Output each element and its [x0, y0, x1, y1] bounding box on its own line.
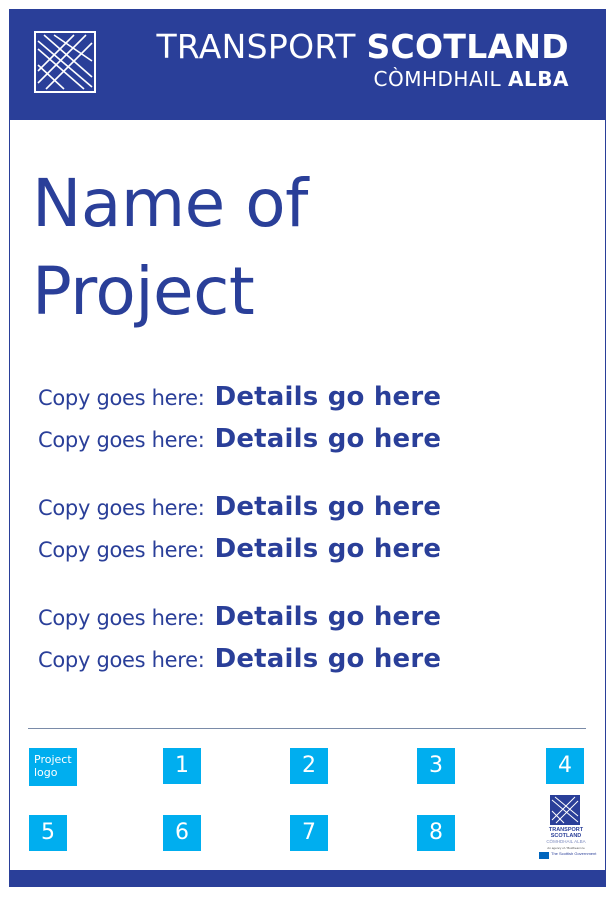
detail-value: Details go here [214, 382, 442, 412]
mini-logo-line4: An agency of / Buidheann le [547, 846, 585, 850]
brand-wordmark: TRANSPORT SCOTLAND CÒMHDHAIL ALBA [156, 28, 569, 92]
mini-transport-scotland-logo: TRANSPORT SCOTLAND CÒMHDHAIL ALBA An age… [536, 795, 597, 868]
footer-bar [10, 870, 605, 886]
copy-label: Copy goes here: [38, 496, 205, 520]
brand-scotland: SCOTLAND [366, 27, 569, 66]
logo-slot-4: 4 [546, 748, 584, 784]
detail-value: Details go here [214, 644, 442, 674]
logo-slot-8: 8 [417, 815, 455, 851]
detail-row: Copy goes here: Details go here [38, 492, 578, 534]
detail-value: Details go here [214, 492, 442, 522]
mini-logo-line3: CÒMHDHAIL ALBA [546, 839, 586, 844]
copy-label: Copy goes here: [38, 606, 205, 630]
detail-row: Copy goes here: Details go here [38, 602, 578, 644]
detail-row: Copy goes here: Details go here [38, 534, 578, 576]
brand-line-gaelic: CÒMHDHAIL ALBA [156, 66, 569, 92]
copy-label: Copy goes here: [38, 428, 205, 452]
copy-label: Copy goes here: [38, 648, 205, 672]
transport-scotland-logo-icon [34, 31, 96, 93]
copy-label: Copy goes here: [38, 538, 205, 562]
brand-alba: ALBA [508, 67, 569, 91]
signboard: TRANSPORT SCOTLAND CÒMHDHAIL ALBA Name o… [9, 9, 606, 887]
brand-line-english: TRANSPORT SCOTLAND [156, 28, 569, 66]
logo-slot-3: 3 [417, 748, 455, 784]
logo-slot-5: 5 [29, 815, 67, 851]
detail-value: Details go here [214, 424, 442, 454]
logo-slot-2: 2 [290, 748, 328, 784]
logo-slot-1: 1 [163, 748, 201, 784]
project-title-line2: Project [32, 253, 255, 330]
header-banner: TRANSPORT SCOTLAND CÒMHDHAIL ALBA [10, 10, 605, 120]
scottish-government-label: The Scottish Government [551, 851, 597, 856]
copy-label: Copy goes here: [38, 386, 205, 410]
saltire-flag-icon [538, 852, 550, 868]
logo-slot-6: 6 [163, 815, 201, 851]
detail-row: Copy goes here: Details go here [38, 644, 578, 686]
project-title-line1: Name of [32, 165, 308, 242]
project-title: Name of Project [32, 160, 308, 336]
project-logo-placeholder: Project logo [29, 748, 77, 786]
detail-value: Details go here [214, 602, 442, 632]
detail-value: Details go here [214, 534, 442, 564]
details-list: Copy goes here: Details go here Copy goe… [38, 382, 578, 686]
brand-transport: TRANSPORT [156, 27, 356, 66]
brand-comhdhail: CÒMHDHAIL [373, 67, 502, 91]
scottish-government-mark: The Scottish Government [536, 851, 597, 868]
detail-row: Copy goes here: Details go here [38, 424, 578, 466]
detail-row: Copy goes here: Details go here [38, 382, 578, 424]
mini-logo-mark-icon [550, 795, 580, 825]
divider-rule [28, 728, 586, 729]
logo-slot-7: 7 [290, 815, 328, 851]
